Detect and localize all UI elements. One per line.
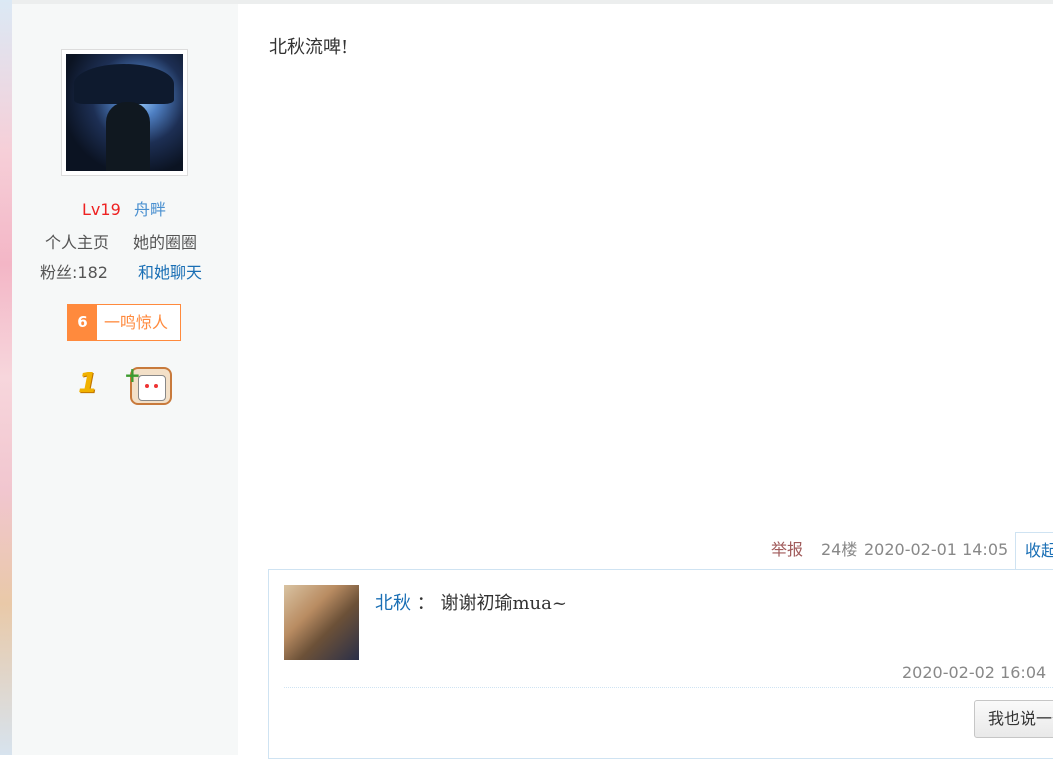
reply-user-link[interactable]: 北秋 xyxy=(375,593,411,614)
circle-link[interactable]: 她的圈圈 xyxy=(133,233,197,253)
reply-content: 谢谢初瑜mua~ xyxy=(440,593,567,614)
post-top-border xyxy=(238,0,1053,4)
face-icon xyxy=(138,375,166,401)
reply-avatar[interactable] xyxy=(284,585,359,660)
reply-item: 北秋 ： 谢谢初瑜mua~ xyxy=(375,589,567,615)
avatar-image xyxy=(66,54,183,171)
avatar-hat-shape xyxy=(74,64,174,104)
reply-separator: ： xyxy=(416,593,435,614)
avatar-body-shape xyxy=(106,102,150,171)
home-link[interactable]: 个人主页 xyxy=(45,233,109,253)
floor-number: 24楼 xyxy=(821,540,858,559)
user-avatar[interactable] xyxy=(61,49,188,176)
user-name-link[interactable]: 舟畔 xyxy=(134,200,166,220)
collapse-button[interactable]: 收起 xyxy=(1015,532,1053,570)
reply-time: 2020-02-02 16:04 xyxy=(902,663,1047,682)
level-badge[interactable]: 6 一鸣惊人 xyxy=(67,304,181,341)
chat-link[interactable]: 和她聊天 xyxy=(138,263,202,283)
page-background xyxy=(0,0,12,755)
badge-number: 6 xyxy=(68,305,97,340)
say-something-button[interactable]: 我也说一句 xyxy=(974,700,1053,738)
reply-divider xyxy=(284,687,1053,688)
badge-title: 一鸣惊人 xyxy=(104,313,169,332)
medal-icon-first[interactable]: 1 xyxy=(78,365,120,401)
report-link[interactable]: 举报 xyxy=(771,540,803,560)
post-content: 北秋流啤! xyxy=(269,37,349,58)
post-time: 2020-02-01 14:05 xyxy=(864,540,1009,559)
medal-icon-second[interactable]: + xyxy=(124,363,172,405)
fans-count: 粉丝:182 xyxy=(40,263,108,282)
user-sidebar: Lv19 舟畔 个人主页 她的圈圈 粉丝:182 和她聊天 6 一鸣惊人 1 + xyxy=(12,0,238,755)
user-level: Lv19 xyxy=(82,200,121,219)
sidebar-top-border xyxy=(12,0,238,4)
